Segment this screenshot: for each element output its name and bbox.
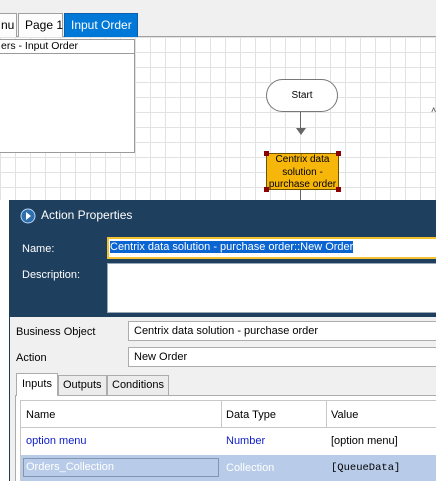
action-stage[interactable]: Centrix data solution - purchase order [264,151,341,192]
resize-handle[interactable] [336,187,341,192]
column-divider[interactable] [326,401,327,428]
dialog-header-panel: Name: Centrix data solution - purchase o… [10,232,436,317]
table-row-selected[interactable]: Orders_Collection Collection [QueueData] [21,455,436,481]
inputs-grid: Name Data Type Value option menu Number … [20,400,436,481]
grid-header: Name Data Type Value [21,401,436,428]
tab-input-order-label: Input Order [71,18,132,32]
resize-handle[interactable] [264,151,269,156]
start-stage-label: Start [291,90,313,101]
tab-outputs[interactable]: Outputs [58,375,107,395]
tab-menu[interactable]: nu [0,13,17,37]
action-select[interactable]: New Order [128,347,436,367]
row-name-input[interactable]: Orders_Collection [23,458,219,477]
tab-page-1-label: Page 1 [25,18,64,32]
business-object-select[interactable]: Centrix data solution - purchase order [128,321,436,341]
edge-marker: ˄ [431,105,436,115]
link-arrow-icon [296,128,306,135]
row-value-cell[interactable]: [QueueData] [331,462,400,474]
resize-handle[interactable] [336,151,341,156]
tab-conditions[interactable]: Conditions [107,375,169,395]
resize-handle[interactable] [264,187,269,192]
tab-inputs[interactable]: Inputs [16,373,58,396]
column-divider[interactable] [221,401,222,428]
column-header-name[interactable]: Name [26,409,55,421]
name-field[interactable]: Centrix data solution - purchase order::… [107,237,436,259]
row-type-cell: Collection [226,462,275,474]
page-info-title: ers - Input Order [0,40,134,54]
page-info-box[interactable]: ers - Input Order [0,39,135,153]
row-type-cell: Number [226,435,266,447]
description-label: Description: [22,269,81,281]
action-stage-icon [20,208,36,224]
start-stage[interactable]: Start [266,79,338,112]
business-object-label: Business Object [16,326,96,338]
row-name-cell[interactable]: option menu [26,435,87,447]
process-tab-strip: nu Page 1 Input Order [0,0,436,37]
column-header-data-type[interactable]: Data Type [226,409,276,421]
tab-menu-label: nu [1,18,15,32]
action-label: Action [16,352,47,364]
dialog-title-bar[interactable]: Action Properties [10,200,436,232]
row-value-cell[interactable]: [option menu] [331,435,398,447]
name-label: Name: [22,243,55,255]
process-canvas[interactable]: ers - Input Order Start Centrix data sol… [0,37,436,200]
dialog-title: Action Properties [41,208,133,222]
link-line [300,190,301,200]
description-field[interactable] [107,263,436,313]
table-row[interactable]: option menu Number [option menu] [21,428,436,455]
action-stage-label: Centrix data solution - purchase order [268,154,337,190]
link-line [300,112,301,129]
tab-page-1[interactable]: Page 1 [18,13,63,37]
action-properties-dialog: Action Properties Name: Centrix data sol… [9,200,436,481]
tab-input-order[interactable]: Input Order [64,13,138,37]
name-field-value: Centrix data solution - purchase order::… [110,241,354,253]
inputs-tab-panel: Name Data Type Value option menu Number … [15,395,436,481]
column-header-value[interactable]: Value [331,409,358,421]
